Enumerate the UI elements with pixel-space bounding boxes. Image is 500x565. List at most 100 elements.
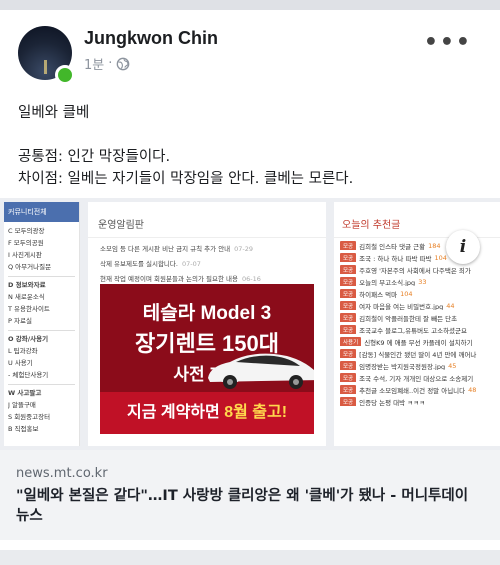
- link-headline[interactable]: "일베와 본질은 같다"…IT 사랑방 클리앙은 왜 '클베'가 됐나 - 머니…: [16, 486, 486, 526]
- recommended-item: 모공 김희철이 악플러들한테 잘 빼든 단초: [334, 310, 500, 322]
- more-options-icon[interactable]: •••: [424, 30, 472, 55]
- recommended-count: 44: [446, 301, 455, 310]
- recommended-text: 추천글 소모임폐쇄..이건 정말 아닙니다: [359, 386, 466, 395]
- preview-notice-board: 운영알림판 소모임 등 다른 게시판 비난 금지 규칙 추가 안내 07-29 삭제…: [88, 202, 326, 446]
- preview-nav-item: C 모두의광장: [8, 227, 45, 235]
- preview-nav-item: I 사진게시판: [8, 251, 42, 259]
- recommended-tag: 모공: [340, 396, 357, 406]
- ad-bottom-strip: 지금 계약하면 8월 출고!: [100, 392, 314, 434]
- recommended-text: [감동] 식물인간 됐던 딸이 4년 만에 깨어나: [359, 350, 477, 359]
- preview-nav-item: N 새로운소식: [8, 293, 45, 301]
- recommended-tag: 모공: [340, 324, 357, 334]
- recommended-item: 사용기 신형K9 에 애플 무선 카플레이 설치하기: [334, 334, 500, 346]
- preview-nav-item: T 유용한사이트: [8, 305, 50, 313]
- post-time[interactable]: 1분: [84, 54, 104, 73]
- author-name[interactable]: Jungkwon Chin: [84, 28, 218, 49]
- recommended-item: 모공 추천글 소모임폐쇄..이건 정말 아닙니다 48: [334, 382, 500, 394]
- recommended-title: 오늘의 추천글: [334, 202, 500, 238]
- post-line-gap: [18, 124, 488, 146]
- info-icon[interactable]: i: [446, 230, 480, 264]
- preview-nav-item: O 강좌/사용기: [8, 330, 75, 345]
- preview-nav-item: J 알뜰구매: [8, 401, 36, 409]
- preview-left-nav: 커뮤니티전체 C 모두의광장 F 모두의공원 I 사진게시판 Q 아무거나질문 D 정보…: [4, 202, 80, 446]
- notice-row: 현재 작업 예정이며 회원분들과 논의가 필요한 내용 06-16: [88, 268, 326, 283]
- ad-brand: 테슬라 Model 3: [142, 303, 272, 324]
- online-status-dot: [55, 65, 75, 85]
- post-meta: 1분 ·: [84, 54, 130, 73]
- car-image: [208, 353, 314, 389]
- recommended-tag: 모공: [340, 372, 357, 382]
- preview-nav-item: L 팁과강좌: [8, 347, 38, 355]
- recommended-text: 신형K9 에 애플 무선 카플레이 설치하기: [364, 338, 473, 347]
- recommended-item: 모공 인증당 논평 대박 ㅋㅋㅋ: [334, 394, 500, 406]
- avatar-detail: [44, 60, 47, 74]
- post-line: 공통점: 인간 막장들이다.: [18, 149, 171, 165]
- recommended-text: 임명장받는 박지원국정원장.jpg: [359, 362, 446, 371]
- recommended-tag: 모공: [340, 252, 357, 262]
- recommended-tag: 모공: [340, 312, 357, 322]
- recommended-text: 여자 마음을 여는 비밀번호.jpg: [359, 302, 444, 311]
- recommended-tag: 모공: [340, 360, 357, 370]
- notice-date: 07-07: [181, 260, 201, 268]
- notice-row: 소모임 등 다른 게시판 비난 금지 규칙 추가 안내 07-29: [88, 238, 326, 253]
- recommended-text: 하이패스 먹마: [359, 290, 398, 299]
- preview-nav-item: Q 아무거나질문: [8, 263, 52, 271]
- recommended-tag: 모공: [340, 264, 357, 274]
- post-text: 일베와 클베 공통점: 인간 막장들이다. 차이점: 일베는 자기들이 막장임을…: [18, 102, 488, 190]
- bottom-separator: [0, 550, 500, 565]
- recommended-item: 모공 오늘의 부고소식.jpg 33: [334, 274, 500, 286]
- recommended-count: 104: [400, 289, 413, 298]
- recommended-tag: 모공: [340, 384, 357, 394]
- recommended-item: 모공 하이패스 먹마 104: [334, 286, 500, 298]
- ad-bottom-highlight: 8월 출고!: [224, 404, 288, 421]
- notice-board-title: 운영알림판: [88, 202, 326, 238]
- notice-date: 06-16: [241, 275, 261, 283]
- preview-nav-item: S 회원중고장터: [8, 413, 51, 421]
- preview-left-header: 커뮤니티전체: [4, 202, 79, 222]
- recommended-item: 모공 [감동] 식물인간 됐던 딸이 4년 만에 깨어나: [334, 346, 500, 358]
- recommended-tag: 모공: [340, 300, 357, 310]
- preview-nav-item: P 자료실: [8, 317, 32, 325]
- notice-rows: 소모임 등 다른 게시판 비난 금지 규칙 추가 안내 07-29 삭제 유보제도를…: [88, 238, 326, 283]
- recommended-list: 모공 김희철 인스타 댓글 근황 184 모공 조국 : 하나 하나 따박 따박 104 모…: [334, 238, 500, 406]
- preview-nav-item: B 직접홍보: [8, 425, 39, 433]
- recommended-tag: 모공: [340, 288, 357, 298]
- post-line: 차이점: 일베는 자기들이 막장임을 안다. 클베는 모른다.: [18, 171, 354, 187]
- post-line: 일베와 클베: [18, 105, 90, 121]
- recommended-tag: 사용기: [340, 336, 362, 346]
- recommended-count: 184: [428, 241, 441, 250]
- recommended-item: 모공 조국교수 블로그,유튜버도 고소하셨군요: [334, 322, 500, 334]
- top-separator: [0, 0, 500, 10]
- recommended-item: 모공 여자 마음을 여는 비밀번호.jpg 44: [334, 298, 500, 310]
- recommended-text: 조국 : 하나 하나 따박 따박: [359, 254, 432, 263]
- recommended-text: 조국 수석, 기자 개개인 대상으로 소송제기: [359, 374, 474, 383]
- recommended-item: 모공 임명장받는 박지원국정원장.jpg 45: [334, 358, 500, 370]
- preview-nav-item: F 모두의공원: [8, 239, 44, 247]
- preview-nav-item: D 정보와자료: [8, 276, 75, 291]
- recommended-tag: 모공: [340, 348, 357, 358]
- globe-icon[interactable]: [116, 57, 130, 71]
- notice-text: 소모임 등 다른 게시판 비난 금지 규칙 추가 안내: [100, 245, 231, 253]
- recommended-item: 모공 조국 수석, 기자 개개인 대상으로 소송제기: [334, 370, 500, 382]
- recommended-text: 인증당 논평 대박 ㅋㅋㅋ: [359, 398, 426, 407]
- recommended-tag: 모공: [340, 240, 357, 250]
- recommended-text: 오늘의 부고소식.jpg: [359, 278, 416, 287]
- recommended-text: 주호영 '자본주의 사회에서 다주택은 죄가: [359, 266, 471, 275]
- link-preview-image[interactable]: 커뮤니티전체 C 모두의광장 F 모두의공원 I 사진게시판 Q 아무거나질문 D 정보…: [0, 198, 500, 450]
- recommended-count: 45: [448, 361, 457, 370]
- meta-separator: ·: [108, 56, 113, 71]
- recommended-count: 48: [468, 385, 477, 394]
- link-caption[interactable]: news.mt.co.kr "일베와 본질은 같다"…IT 사랑방 클리앙은 왜…: [0, 450, 500, 540]
- notice-date: 07-29: [234, 245, 254, 253]
- recommended-count: 104: [434, 253, 447, 262]
- notice-text: 삭제 유보제도를 실시합니다.: [100, 260, 178, 268]
- recommended-count: 33: [418, 277, 427, 286]
- preview-nav-item: - 체험단사용기: [8, 371, 49, 379]
- link-domain: news.mt.co.kr: [16, 466, 108, 481]
- recommended-tag: 모공: [340, 276, 357, 286]
- preview-nav-item: U 사용기: [8, 359, 33, 367]
- recommended-text: 김희철 인스타 댓글 근황: [359, 242, 426, 251]
- recommended-text: 조국교수 블로그,유튜버도 고소하셨군요: [359, 326, 467, 335]
- notice-row: 삭제 유보제도를 실시합니다. 07-07: [88, 253, 326, 268]
- preview-left-list: C 모두의광장 F 모두의공원 I 사진게시판 Q 아무거나질문 D 정보와자료 N 새로…: [4, 222, 79, 438]
